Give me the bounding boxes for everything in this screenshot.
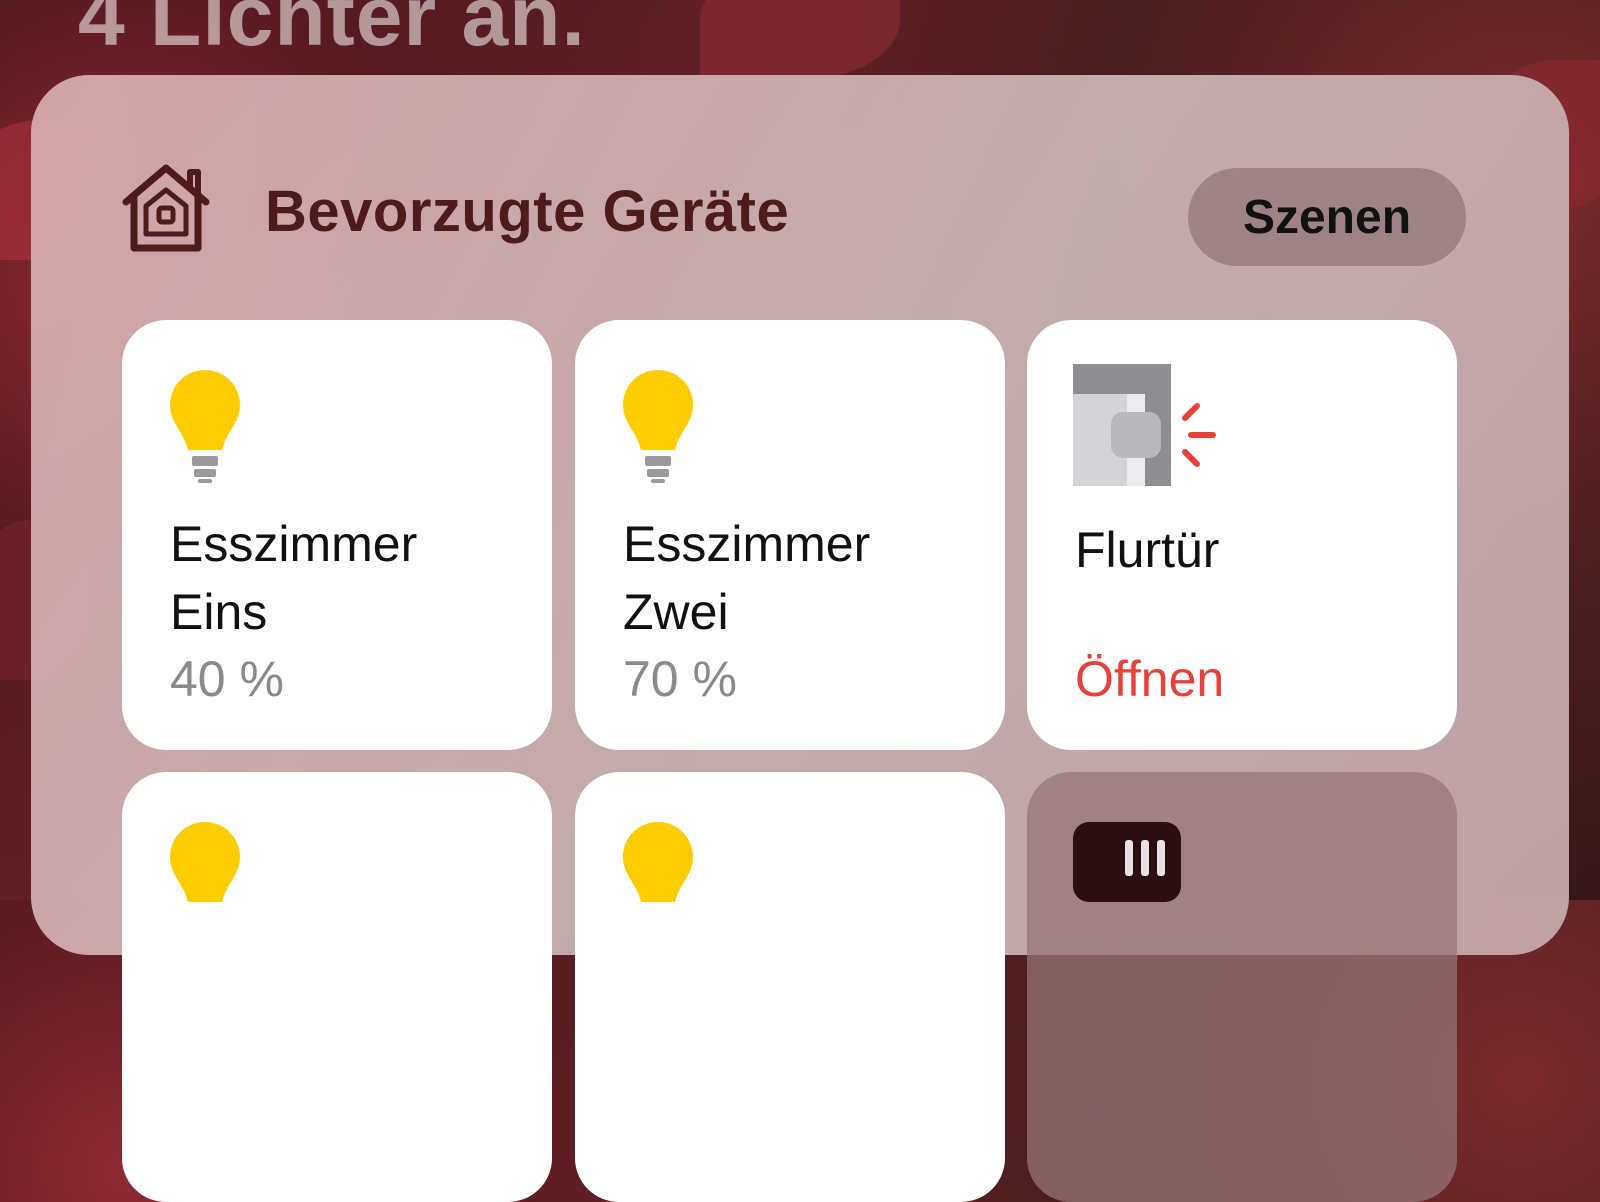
- lights-summary-title: 4 Lichter an.: [78, 0, 586, 63]
- device-name: Esszimmer Eins: [170, 510, 530, 646]
- device-tile-esszimmer-zwei[interactable]: Esszimmer Zwei 70 %: [575, 320, 1005, 750]
- lightbulb-icon: [623, 822, 693, 902]
- device-tile[interactable]: [122, 772, 552, 1202]
- lightbulb-icon: [623, 370, 693, 483]
- scenes-button[interactable]: Szenen: [1188, 168, 1466, 266]
- device-status: Öffnen: [1075, 651, 1225, 707]
- device-tile[interactable]: [1027, 772, 1457, 1202]
- device-name-line: Zwei: [623, 584, 729, 640]
- device-icon: [1073, 822, 1181, 902]
- lightbulb-icon: [170, 370, 240, 483]
- favorites-header: Bevorzugte Geräte Szenen: [118, 158, 1476, 268]
- device-name-line: Esszimmer: [170, 516, 418, 572]
- device-status: 40 %: [170, 651, 284, 707]
- background-leaf: [700, 0, 900, 80]
- home-icon: [122, 164, 210, 252]
- device-name-line: Eins: [170, 584, 268, 640]
- device-name-line: Esszimmer: [623, 516, 871, 572]
- device-name: Esszimmer Zwei: [623, 510, 983, 646]
- device-tile-esszimmer-eins[interactable]: Esszimmer Eins 40 %: [122, 320, 552, 750]
- lightbulb-icon: [170, 822, 240, 902]
- device-name-line: Flurtür: [1075, 522, 1220, 578]
- device-name: Flurtür: [1075, 516, 1435, 584]
- door-open-icon: [1073, 364, 1216, 486]
- device-tile-flurtuer[interactable]: Flurtür Öffnen: [1027, 320, 1457, 750]
- favorites-title: Bevorzugte Geräte: [265, 179, 790, 244]
- device-tile[interactable]: [575, 772, 1005, 1202]
- device-status: 70 %: [623, 651, 737, 707]
